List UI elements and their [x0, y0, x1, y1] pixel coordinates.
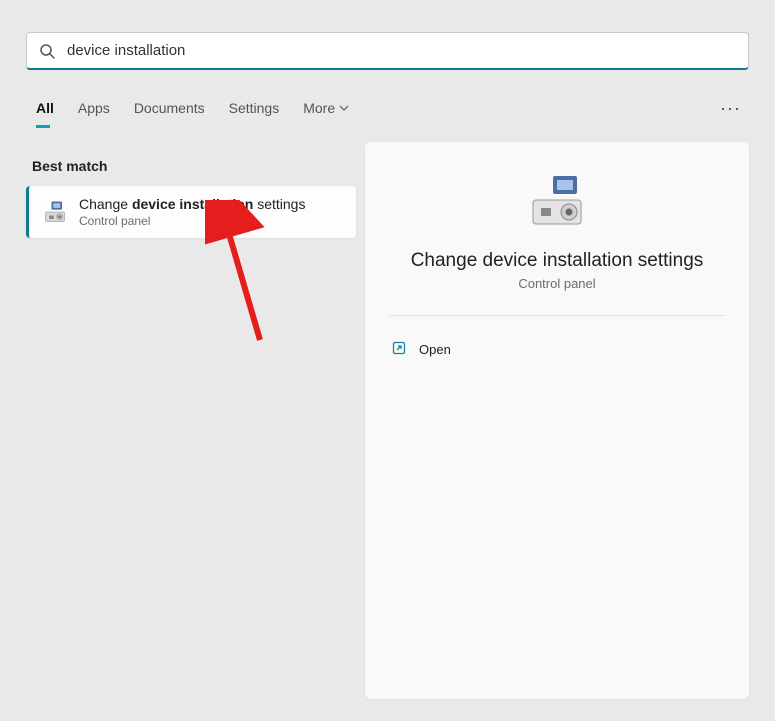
open-action[interactable]: Open [389, 334, 725, 365]
chevron-down-icon [339, 100, 349, 116]
result-title-highlight: device installation [132, 196, 253, 212]
tab-label: Apps [78, 100, 110, 116]
more-options-button[interactable]: ··· [712, 94, 749, 123]
tab-all[interactable]: All [26, 92, 68, 124]
tab-settings[interactable]: Settings [229, 92, 294, 124]
result-title: Change device installation settings [79, 196, 305, 212]
detail-title: Change device installation settings [389, 250, 725, 272]
search-input[interactable] [67, 42, 736, 59]
tab-label: Documents [134, 100, 205, 116]
detail-subtitle: Control panel [389, 276, 725, 291]
tab-label: Settings [229, 100, 280, 116]
search-icon [39, 43, 55, 59]
result-change-device-installation-settings[interactable]: Change device installation settings Cont… [26, 186, 356, 238]
device-installation-icon [41, 198, 69, 226]
result-title-prefix: Change [79, 196, 132, 212]
tab-more[interactable]: More [303, 92, 363, 124]
detail-icon [389, 174, 725, 230]
result-subtitle: Control panel [79, 214, 305, 228]
tab-label: More [303, 100, 335, 116]
open-label: Open [419, 342, 451, 357]
search-box[interactable] [26, 32, 749, 70]
results-column: Best match Change device installation se… [26, 148, 356, 238]
tab-apps[interactable]: Apps [78, 92, 124, 124]
open-icon [391, 340, 407, 359]
detail-panel: Change device installation settings Cont… [365, 142, 749, 699]
divider [389, 315, 725, 316]
result-title-suffix: settings [253, 196, 305, 212]
result-text: Change device installation settings Cont… [79, 196, 305, 228]
tab-documents[interactable]: Documents [134, 92, 219, 124]
tab-label: All [36, 100, 54, 116]
best-match-header: Best match [32, 158, 350, 174]
tabs-row: All Apps Documents Settings More ··· [26, 88, 749, 128]
